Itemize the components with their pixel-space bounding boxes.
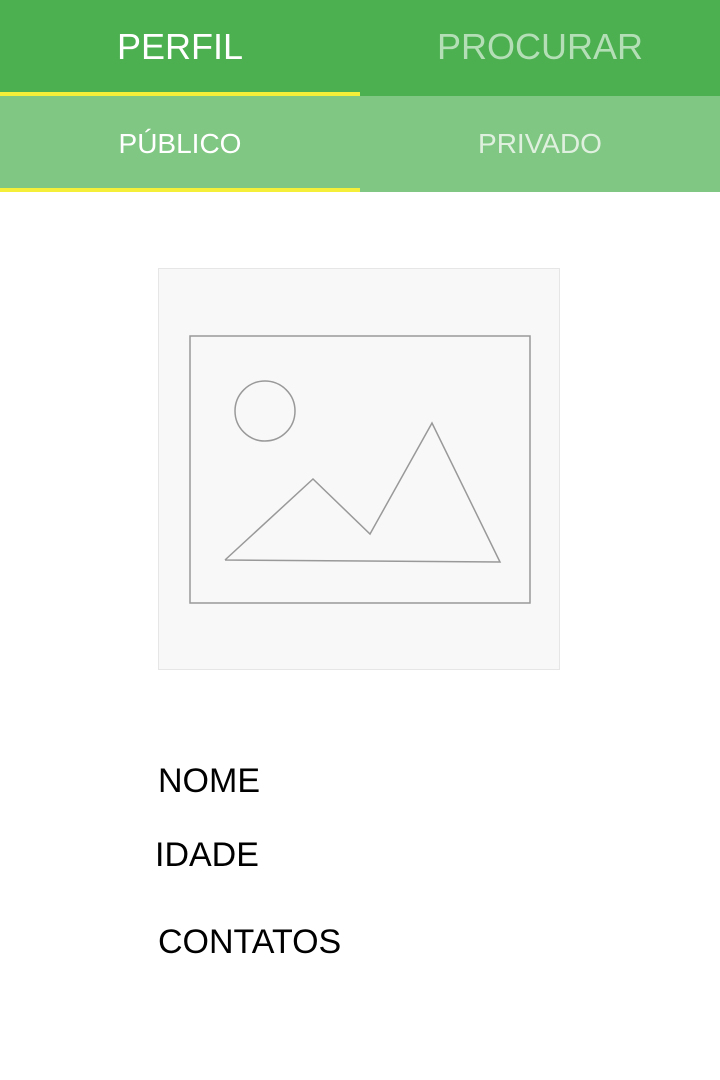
tab-profile-label: PERFIL (116, 26, 244, 67)
name-label: NOME (158, 762, 260, 800)
tab-profile[interactable]: PERFIL (0, 0, 360, 96)
tab-private-label: PRIVADO (478, 128, 602, 159)
tab-search-label: PROCURAR (436, 26, 643, 67)
image-placeholder-icon (189, 335, 531, 604)
contacts-label: CONTATOS (158, 923, 342, 961)
tab-public[interactable]: PÚBLICO (0, 96, 360, 192)
age-label: IDADE (155, 836, 259, 874)
main-tab-bar: PERFIL PROCURAR (0, 0, 720, 96)
tab-public-label: PÚBLICO (118, 128, 242, 159)
profile-photo[interactable] (158, 268, 560, 670)
tab-public-active-indicator (0, 188, 360, 192)
tab-private[interactable]: PRIVADO (360, 96, 720, 192)
tab-search[interactable]: PROCURAR (360, 0, 720, 96)
visibility-tab-bar: PÚBLICO PRIVADO (0, 96, 720, 192)
